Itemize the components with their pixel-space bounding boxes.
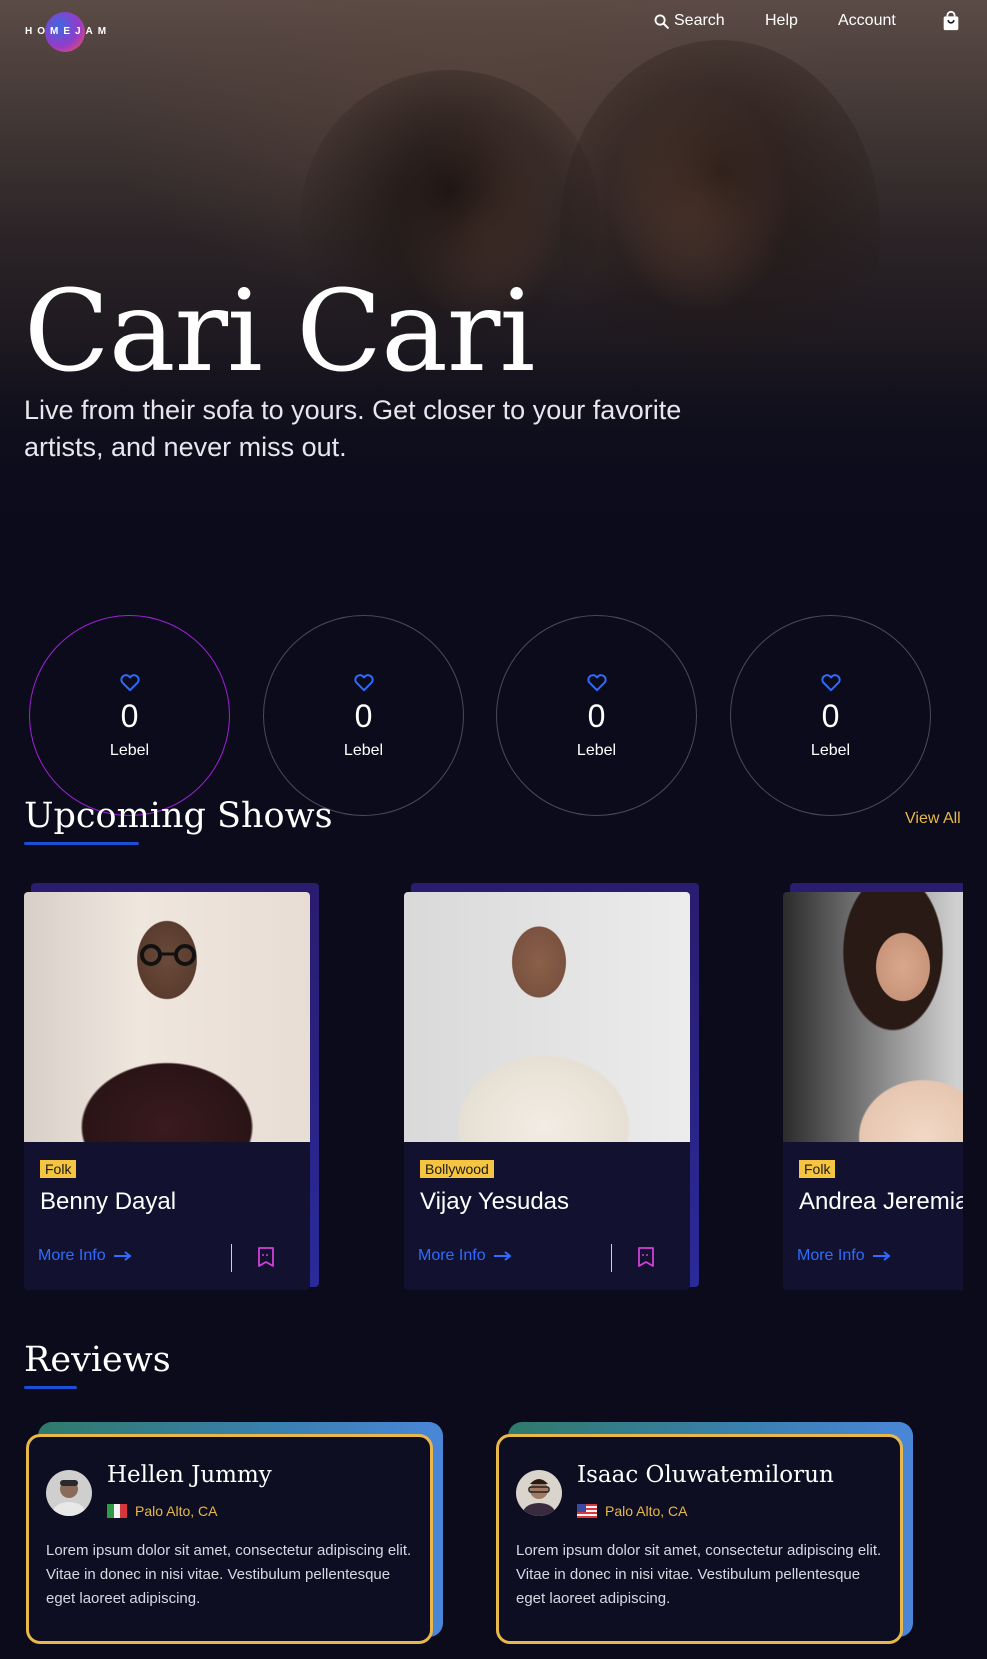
stat-value: 0 xyxy=(821,697,840,734)
genre-tag: Folk xyxy=(799,1160,836,1178)
hero-title: Cari Cari xyxy=(24,267,535,397)
avatar xyxy=(516,1470,562,1516)
stat-circle[interactable]: 0 Lebel xyxy=(263,615,464,816)
location-text: Palo Alto, CA xyxy=(135,1503,218,1519)
stat-label: Lebel xyxy=(576,741,617,759)
nav-search[interactable]: Search xyxy=(653,12,725,30)
stat-label: Lebel xyxy=(343,741,384,759)
stat-value: 0 xyxy=(587,697,606,734)
view-all-link[interactable]: View All xyxy=(905,810,961,828)
glasses-shape xyxy=(140,944,196,966)
stat-circle[interactable]: 0 Lebel xyxy=(29,615,230,816)
ticket-bookmark-icon[interactable] xyxy=(257,1247,275,1267)
search-icon xyxy=(654,14,669,29)
avatar xyxy=(46,1470,92,1516)
reviews-title: Reviews xyxy=(24,1340,171,1380)
heart-icon xyxy=(820,673,841,691)
more-info-label: More Info xyxy=(38,1247,106,1264)
artist-photo xyxy=(404,892,690,1142)
more-info-link[interactable]: More Info xyxy=(38,1247,132,1265)
heart-icon xyxy=(586,673,607,691)
artist-photo xyxy=(24,892,310,1142)
stat-label: Lebel xyxy=(810,741,851,759)
title-underline xyxy=(24,842,139,845)
more-info-label: More Info xyxy=(418,1247,486,1264)
show-card[interactable]: Bollywood Vijay Yesudas More Info xyxy=(404,880,699,1290)
logo-text: HOMEJAM xyxy=(25,26,112,37)
arrow-right-icon xyxy=(493,1251,512,1261)
genre-tag: Bollywood xyxy=(420,1160,494,1178)
stat-value: 0 xyxy=(354,697,373,734)
review-card: Hellen Jummy Palo Alto, CA Lorem ipsum d… xyxy=(26,1422,446,1644)
card-body: Folk Benny Dayal More Info xyxy=(24,892,310,1290)
review-card-body: Hellen Jummy Palo Alto, CA Lorem ipsum d… xyxy=(26,1434,433,1644)
hero-subtitle: Live from their sofa to yours. Get close… xyxy=(24,395,682,462)
arrow-right-icon xyxy=(113,1251,132,1261)
more-info-link[interactable]: More Info xyxy=(797,1247,891,1265)
reviewer-name: Isaac Oluwatemilorun xyxy=(577,1462,834,1488)
stat-circle[interactable]: 0 Lebel xyxy=(496,615,697,816)
heart-icon xyxy=(353,673,374,691)
artist-name: Benny Dayal xyxy=(40,1188,177,1215)
review-card-body: Isaac Oluwatemilorun Palo Alto, CA Lorem… xyxy=(496,1434,903,1644)
location-text: Palo Alto, CA xyxy=(605,1503,688,1519)
more-info-link[interactable]: More Info xyxy=(418,1247,512,1265)
stat-circle[interactable]: 0 Lebel xyxy=(730,615,931,816)
nav-account[interactable]: Account xyxy=(838,12,896,30)
upcoming-shows-title: Upcoming Shows xyxy=(24,796,333,836)
review-card: Isaac Oluwatemilorun Palo Alto, CA Lorem… xyxy=(496,1422,916,1644)
genre-tag: Folk xyxy=(40,1160,77,1178)
nav-search-label: Search xyxy=(674,12,725,29)
show-card[interactable]: Folk Benny Dayal More Info xyxy=(24,880,319,1290)
artist-name: Vijay Yesudas xyxy=(420,1188,570,1215)
title-underline xyxy=(24,1386,77,1389)
artist-name: Andrea Jeremiah xyxy=(799,1188,963,1215)
homejam-logo[interactable]: HOMEJAM xyxy=(25,12,115,52)
artist-photo xyxy=(783,892,963,1142)
card-divider xyxy=(611,1244,612,1272)
stat-value: 0 xyxy=(120,697,139,734)
stat-label: Lebel xyxy=(109,741,150,759)
card-body: Bollywood Vijay Yesudas More Info xyxy=(404,892,690,1290)
ticket-bookmark-icon[interactable] xyxy=(637,1247,655,1267)
italy-flag-icon xyxy=(107,1504,127,1518)
heart-icon xyxy=(119,673,140,691)
arrow-right-icon xyxy=(872,1251,891,1261)
review-text: Lorem ipsum dolor sit amet, consectetur … xyxy=(46,1542,412,1607)
reviewer-location: Palo Alto, CA xyxy=(107,1503,218,1519)
card-divider xyxy=(231,1244,232,1272)
review-text: Lorem ipsum dolor sit amet, consectetur … xyxy=(516,1542,882,1607)
nav-help[interactable]: Help xyxy=(765,12,798,30)
shopping-bag-icon[interactable] xyxy=(940,10,962,32)
card-body: Folk Andrea Jeremiah More Info xyxy=(783,892,963,1290)
reviewer-name: Hellen Jummy xyxy=(107,1462,272,1488)
shows-carousel: Folk Benny Dayal More Info Bollywood Vij… xyxy=(24,880,963,1300)
reviewer-location: Palo Alto, CA xyxy=(577,1503,688,1519)
show-card[interactable]: Folk Andrea Jeremiah More Info xyxy=(783,880,963,1290)
more-info-label: More Info xyxy=(797,1247,865,1264)
usa-flag-icon xyxy=(577,1504,597,1518)
